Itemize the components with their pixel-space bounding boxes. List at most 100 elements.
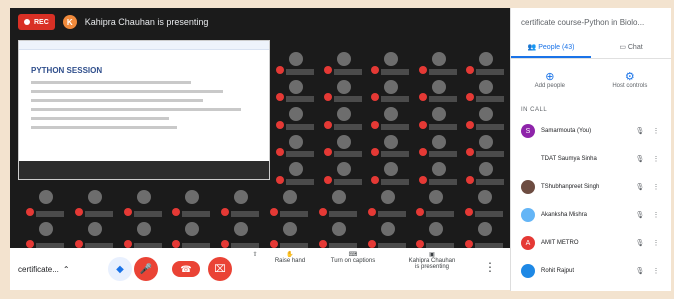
- people-list-item[interactable]: A AMIT METRO 🎙 ⋮: [511, 229, 671, 257]
- present-now-button[interactable]: ▣ Kahipra Chauhan is presenting: [400, 251, 464, 270]
- participant-thumbnail: [39, 222, 53, 236]
- mic-muted-icon: [172, 240, 181, 248]
- presenter-avatar: K: [62, 15, 77, 29]
- more-icon[interactable]: ⋮: [651, 183, 661, 191]
- participant-tile: [462, 76, 510, 104]
- participant-tile: [364, 186, 413, 218]
- mic-icon[interactable]: 🎙: [635, 127, 645, 135]
- recording-label: REC: [34, 18, 49, 26]
- mic-muted-icon: [123, 208, 132, 216]
- mic-muted-icon: [323, 120, 332, 129]
- participant-tile: [461, 186, 510, 218]
- participant-tile: [415, 48, 463, 76]
- chat-icon: ▭: [619, 44, 628, 51]
- hand-icon: ✋: [286, 252, 294, 258]
- hang-up-button[interactable]: ☎: [172, 261, 200, 277]
- people-list-item[interactable]: Akanksha Mishra 🎙 ⋮: [511, 201, 671, 229]
- participant-tile: [266, 186, 315, 218]
- participant-thumbnail: [185, 190, 200, 204]
- mic-muted-icon: [269, 240, 278, 248]
- captions-button[interactable]: ⌨ Turn on captions: [324, 251, 382, 264]
- participant-name-bar: [279, 211, 308, 217]
- meet-window: REC K Kahipra Chauhan is presenting PYTH…: [0, 0, 674, 299]
- shield-icon[interactable]: ◆: [108, 257, 132, 281]
- people-list-item[interactable]: TDAT Saumya Sinha 🎙 ⋮: [511, 145, 671, 173]
- raise-hand-button[interactable]: ✋ Raise hand: [268, 251, 312, 264]
- panel-actions: ⊕ Add people ⚙ Host controls: [511, 59, 671, 99]
- tab-people-label: People (43): [538, 44, 575, 51]
- participant-thumbnail: [336, 79, 351, 94]
- participant-tile: [315, 186, 364, 218]
- more-options-icon[interactable]: ⋮: [484, 260, 496, 274]
- mic-muted-icon: [123, 240, 132, 248]
- participant-thumbnail: [479, 107, 494, 122]
- participant-name-bar: [475, 211, 504, 217]
- more-tools-icon[interactable]: ⇧: [246, 251, 264, 258]
- people-list-item[interactable]: TShubhanpreet Singh 🎙 ⋮: [511, 173, 671, 201]
- host-controls-button[interactable]: ⚙ Host controls: [612, 71, 647, 89]
- mic-off-button[interactable]: 🎤: [134, 257, 158, 281]
- mic-muted-icon: [371, 93, 380, 102]
- participant-thumbnail: [289, 162, 303, 177]
- participant-thumbnail: [384, 79, 399, 94]
- recording-badge: REC: [18, 14, 55, 30]
- mic-icon[interactable]: 🎙: [635, 211, 645, 219]
- people-list-item[interactable]: S Samarmouta (You) 🎙 ⋮: [511, 117, 671, 145]
- person-name: Rohit Rajput: [541, 268, 575, 274]
- participant-tile: [120, 186, 169, 218]
- participant-name-bar: [133, 211, 162, 217]
- participant-tile: [367, 131, 415, 159]
- participant-tile: [315, 218, 364, 248]
- chevron-up-icon: ⌃: [62, 264, 70, 274]
- mic-icon[interactable]: 🎙: [635, 239, 645, 247]
- participant-name-bar: [333, 179, 362, 185]
- participant-tile: [272, 48, 320, 76]
- participant-name-bar: [428, 96, 457, 103]
- participant-thumbnail: [380, 222, 395, 236]
- participant-tile: [168, 186, 217, 218]
- participant-tile: [272, 131, 320, 159]
- people-tab-icon: 👥: [527, 44, 539, 51]
- top-status-bar: REC K Kahipra Chauhan is presenting: [10, 8, 510, 36]
- participant-thumbnail: [384, 107, 399, 122]
- participant-thumbnail: [479, 134, 494, 149]
- people-list-item[interactable]: Rohit Rajput 🎙 ⋮: [511, 257, 671, 285]
- participant-name-bar: [381, 179, 410, 185]
- mic-muted-icon: [74, 240, 83, 248]
- add-people-button[interactable]: ⊕ Add people: [535, 71, 565, 89]
- participant-tile: [272, 76, 320, 104]
- participant-thumbnail: [384, 52, 399, 66]
- more-icon[interactable]: ⋮: [651, 267, 661, 275]
- participant-name-bar: [476, 96, 505, 103]
- more-icon[interactable]: ⋮: [651, 127, 661, 135]
- meeting-name-text: certificate...: [18, 264, 59, 274]
- tab-people[interactable]: 👥 People (43): [511, 39, 591, 58]
- more-icon[interactable]: ⋮: [651, 155, 661, 163]
- participant-name-bar: [231, 211, 260, 217]
- mic-muted-icon: [323, 148, 332, 157]
- avatar: S: [521, 124, 535, 138]
- people-list: S Samarmouta (You) 🎙 ⋮ TDAT Saumya Sinha 🎙 ⋮ TS…: [511, 117, 671, 285]
- participant-tile: [415, 158, 463, 186]
- mic-muted-icon: [466, 120, 475, 129]
- tab-chat[interactable]: ▭ Chat: [591, 39, 671, 58]
- panel-title: certificate course-Python in Biolo...: [521, 18, 645, 27]
- participant-tile: [461, 218, 510, 248]
- more-icon[interactable]: ⋮: [651, 239, 661, 247]
- participant-thumbnail: [289, 134, 303, 149]
- mic-icon[interactable]: 🎙: [635, 183, 645, 191]
- participant-tile: [412, 218, 461, 248]
- participant-thumbnail: [429, 222, 444, 236]
- mic-icon[interactable]: 🎙: [635, 267, 645, 275]
- participant-grid-bottom: [22, 186, 510, 248]
- camera-off-button[interactable]: ⌧: [208, 257, 232, 281]
- more-icon[interactable]: ⋮: [651, 211, 661, 219]
- bottom-control-bar: certificate... ⌃ ◆ 🎤 ☎ ⌧ ⇧ ✋ Raise hand …: [10, 248, 510, 290]
- meeting-details[interactable]: certificate... ⌃: [18, 265, 70, 274]
- mic-icon[interactable]: 🎙: [635, 155, 645, 163]
- mic-muted-icon: [466, 65, 475, 74]
- participant-tile: [71, 218, 120, 248]
- person-name: TShubhanpreet Singh: [541, 184, 600, 190]
- mic-muted-icon: [371, 120, 380, 129]
- participant-tile: [272, 158, 320, 186]
